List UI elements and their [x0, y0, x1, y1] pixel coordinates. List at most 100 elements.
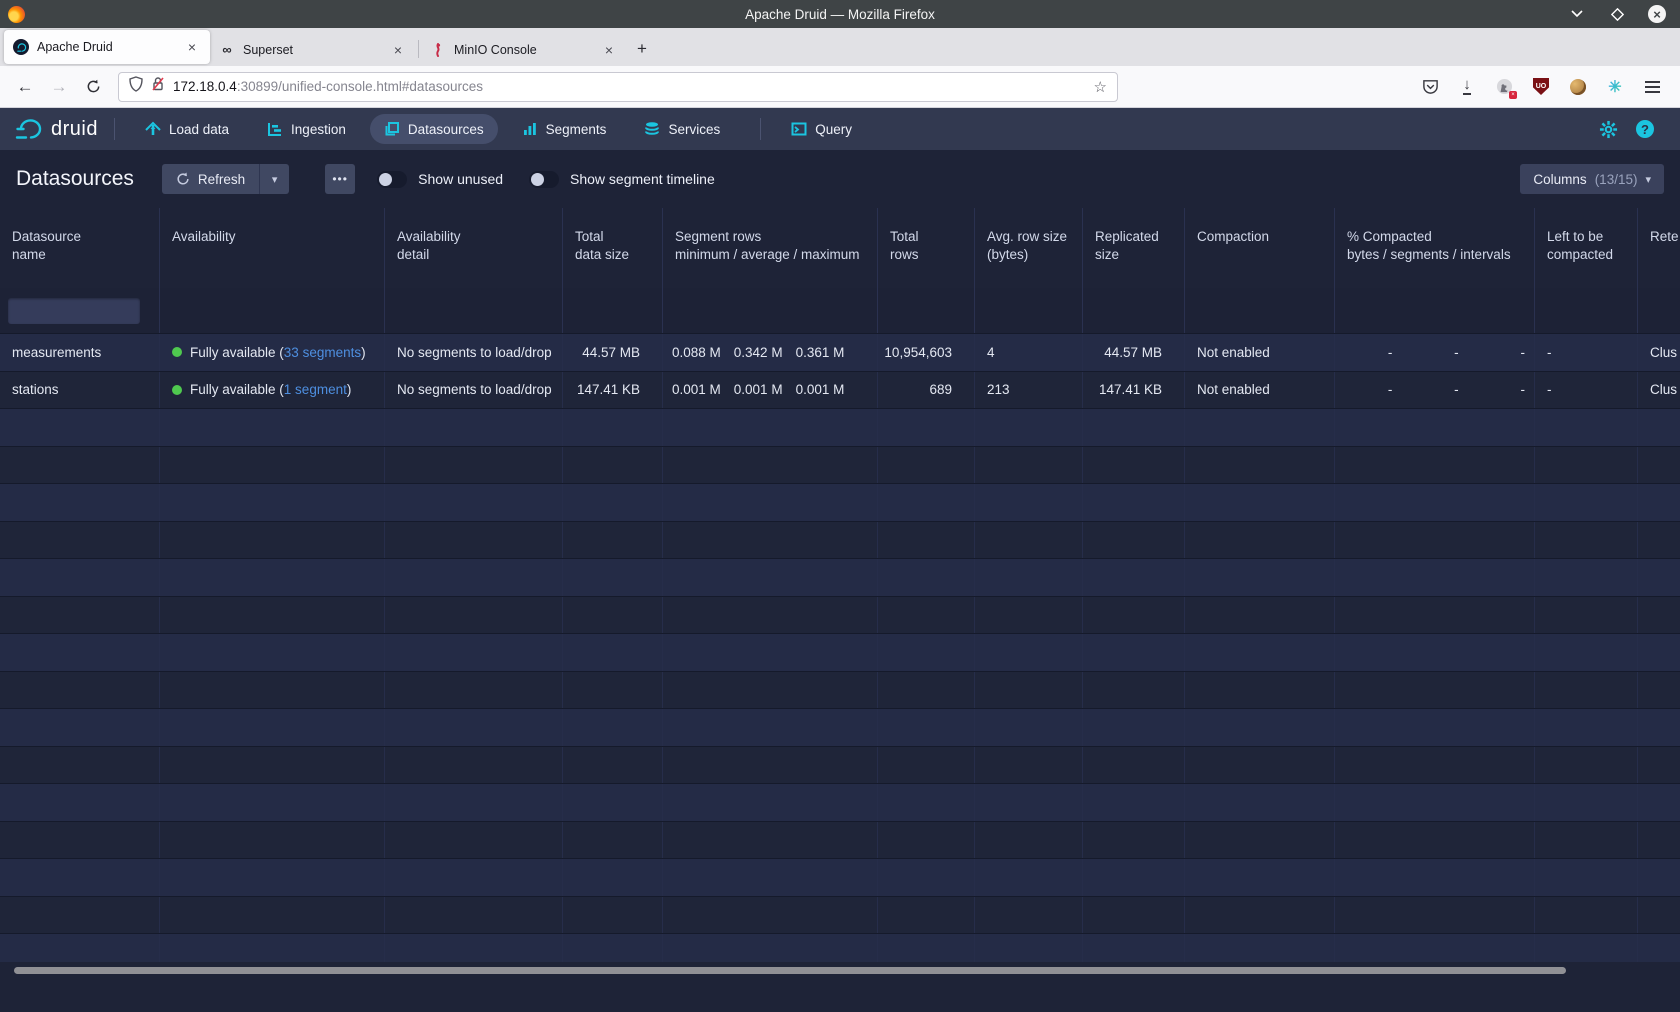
col-header-pct-compacted[interactable]: % Compactedbytes / segments / intervals [1335, 208, 1535, 288]
columns-button[interactable]: Columns (13/15) ▾ [1520, 164, 1664, 194]
url-host: 172.18.0.4 [173, 79, 237, 94]
tab-label: MinIO Console [454, 43, 592, 57]
cell-avg-row-size: 213 [975, 372, 1083, 409]
scrollbar-thumb[interactable] [14, 967, 1566, 974]
browser-toolbar: ← → 172.18.0.4:30899/unified-console.htm… [0, 66, 1680, 108]
query-icon [791, 121, 807, 137]
tab-close-icon[interactable]: × [183, 38, 201, 56]
cell-pct-compacted: --- [1335, 372, 1535, 409]
col-header-total-rows[interactable]: Totalrows [878, 208, 975, 288]
nav-item-query[interactable]: Query [777, 114, 866, 144]
services-icon [644, 121, 660, 137]
cell-compaction: Not enabled [1185, 334, 1335, 371]
insecure-lock-icon[interactable] [151, 76, 165, 97]
extension-icon[interactable]: × [1494, 77, 1514, 97]
window-close-icon[interactable]: × [1648, 5, 1666, 23]
col-header-retention[interactable]: Rete [1638, 208, 1680, 288]
url-text[interactable]: 172.18.0.4:30899/unified-console.html#da… [173, 79, 1086, 94]
table-row-empty [0, 897, 1680, 935]
tab-minio[interactable]: MinIO Console × [421, 33, 627, 66]
colorful-extension-icon[interactable]: ✳ [1605, 77, 1625, 97]
available-status-icon [172, 347, 182, 357]
bookmark-star-icon[interactable]: ☆ [1094, 78, 1107, 96]
menu-icon[interactable] [1642, 77, 1662, 97]
col-header-segment-rows[interactable]: Segment rowsminimum / average / maximum [663, 208, 878, 288]
cell-total-data-size: 147.41 KB [563, 372, 663, 409]
available-status-icon [172, 385, 182, 395]
col-header-left-to-be-compacted[interactable]: Left to becompacted [1535, 208, 1638, 288]
druid-favicon [13, 39, 29, 55]
segments-link[interactable]: 1 segment [284, 382, 347, 397]
show-unused-label: Show unused [418, 171, 503, 187]
cell-segment-rows: 0.001 M0.001 M0.001 M [663, 372, 878, 409]
cell-availability: Fully available (33 segments) [160, 334, 385, 371]
cell-total-rows: 10,954,603 [878, 334, 975, 371]
tab-bar: Apache Druid × ∞ Superset × MinIO Consol… [0, 28, 1680, 66]
col-header-availability[interactable]: Availability [160, 208, 385, 288]
shield-icon[interactable] [129, 76, 143, 97]
tab-close-icon[interactable]: × [389, 41, 407, 59]
datasource-name-filter-input[interactable] [8, 298, 140, 324]
col-header-replicated-size[interactable]: Replicatedsize [1083, 208, 1185, 288]
cell-retention: Clus [1638, 334, 1680, 371]
url-bar[interactable]: 172.18.0.4:30899/unified-console.html#da… [118, 72, 1118, 102]
table-filter-row [0, 288, 1680, 334]
nav-item-segments[interactable]: Segments [508, 114, 621, 144]
nav-item-load-data[interactable]: Load data [131, 114, 243, 144]
table-row-empty [0, 822, 1680, 860]
pocket-icon[interactable] [1420, 77, 1440, 97]
cell-segment-rows: 0.088 M0.342 M0.361 M [663, 334, 878, 371]
col-header-total-data-size[interactable]: Totaldata size [563, 208, 663, 288]
druid-brand-text: druid [51, 118, 98, 141]
more-actions-button[interactable]: ••• [325, 164, 355, 194]
help-icon[interactable]: ? [1636, 120, 1654, 138]
forward-button[interactable]: → [44, 72, 74, 102]
cell-avg-row-size: 4 [975, 334, 1083, 371]
ublock-icon[interactable]: UO [1531, 77, 1551, 97]
cell-availability-detail: No segments to load/drop [385, 372, 563, 409]
tab-apache-druid[interactable]: Apache Druid × [4, 30, 210, 64]
table-row-measurements: measurements Fully available (33 segment… [0, 334, 1680, 372]
reload-button[interactable] [78, 72, 108, 102]
settings-gear-icon[interactable] [1599, 120, 1618, 139]
window-maximize-icon[interactable] [1608, 5, 1626, 23]
nav-item-services[interactable]: Services [630, 114, 734, 144]
table-row-empty [0, 859, 1680, 897]
segments-link[interactable]: 33 segments [284, 345, 361, 360]
col-header-avg-row-size[interactable]: Avg. row size(bytes) [975, 208, 1083, 288]
col-header-availability-detail[interactable]: Availabilitydetail [385, 208, 563, 288]
table-header-row: Datasourcename Availability Availability… [0, 208, 1680, 288]
cell-availability-detail: No segments to load/drop [385, 334, 563, 371]
cell-replicated-size: 44.57 MB [1083, 334, 1185, 371]
tab-superset[interactable]: ∞ Superset × [210, 33, 416, 66]
table-row-empty [0, 484, 1680, 522]
table-row-empty [0, 522, 1680, 560]
col-header-compaction[interactable]: Compaction [1185, 208, 1335, 288]
back-button[interactable]: ← [10, 72, 40, 102]
nav-item-ingestion[interactable]: Ingestion [253, 114, 360, 144]
new-tab-button[interactable]: + [627, 34, 657, 64]
show-segment-timeline-label: Show segment timeline [570, 171, 715, 187]
refresh-dropdown-button[interactable]: ▾ [259, 164, 289, 194]
columns-count: (13/15) [1595, 172, 1638, 187]
table-row-empty [0, 559, 1680, 597]
url-path: :30899/unified-console.html#datasources [237, 79, 483, 94]
col-header-datasource-name[interactable]: Datasourcename [0, 208, 160, 288]
chevron-down-icon: ▾ [1645, 173, 1651, 186]
druid-navbar: druid Load data Ingestion Datasources Se… [0, 108, 1680, 150]
refresh-icon [176, 172, 190, 186]
refresh-button[interactable]: Refresh [162, 164, 259, 194]
tab-label: Apache Druid [37, 40, 175, 54]
tab-close-icon[interactable]: × [600, 41, 618, 59]
downloads-icon[interactable]: ↓ [1457, 77, 1477, 97]
druid-logo[interactable]: druid [14, 116, 98, 142]
table-row-empty [0, 597, 1680, 635]
show-unused-toggle[interactable] [377, 171, 407, 188]
nav-item-datasources[interactable]: Datasources [370, 114, 498, 144]
show-segment-timeline-toggle[interactable] [529, 171, 559, 188]
window-minimize-icon[interactable] [1568, 5, 1586, 23]
cookie-extension-icon[interactable] [1568, 77, 1588, 97]
table-row-empty [0, 784, 1680, 822]
table-row-empty [0, 934, 1680, 962]
cell-replicated-size: 147.41 KB [1083, 372, 1185, 409]
